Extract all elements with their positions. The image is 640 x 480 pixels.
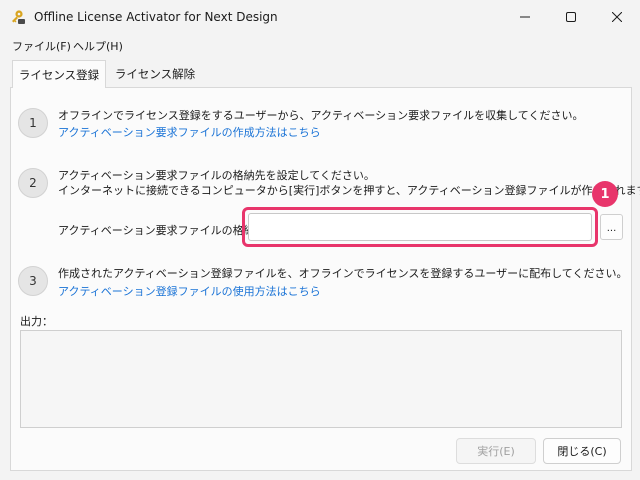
menu-file[interactable]: ファイル(F)	[12, 38, 71, 54]
app-window: Offline License Activator for Next Desig…	[0, 0, 640, 480]
request-file-folder-input[interactable]	[248, 213, 592, 241]
tab-license-register[interactable]: ライセンス登録	[12, 60, 106, 88]
step-1-circle: 1	[18, 108, 48, 138]
step-1-text: オフラインでライセンス登録をするユーザーから、アクティベーション要求ファイルを収…	[58, 109, 584, 122]
app-key-icon	[10, 9, 26, 25]
step-3-text: 作成されたアクティベーション登録ファイルを、オフラインでライセンスを登録するユー…	[58, 267, 628, 280]
browse-button[interactable]: ...	[600, 214, 623, 240]
window-title: Offline License Activator for Next Desig…	[34, 10, 278, 24]
minimize-button[interactable]	[502, 0, 548, 34]
maximize-icon	[566, 12, 576, 22]
close-icon	[612, 12, 622, 22]
close-window-button[interactable]	[594, 0, 640, 34]
output-label: 出力：	[20, 315, 53, 328]
step-1-help-link[interactable]: アクティベーション要求ファイルの作成方法はこちら	[58, 124, 321, 140]
maximize-button[interactable]	[548, 0, 594, 34]
step-2-text-line1: アクティベーション要求ファイルの格納先を設定してください。	[58, 169, 375, 182]
step-2-text-line2: インターネットに接続できるコンピュータから[実行]ボタンを押すと、アクティベーシ…	[58, 184, 640, 197]
tab-license-release[interactable]: ライセンス解除	[108, 60, 202, 88]
minimize-icon	[520, 16, 530, 18]
title-bar: Offline License Activator for Next Desig…	[0, 0, 640, 34]
step-3-circle: 3	[18, 266, 48, 296]
menu-help[interactable]: ヘルプ(H)	[73, 38, 123, 54]
annotation-badge: 1	[592, 181, 618, 207]
menu-bar: ファイル(F) ヘルプ(H)	[0, 34, 640, 56]
step-2-circle: 2	[18, 168, 48, 198]
request-file-folder-label: アクティベーション要求ファイルの格納先	[58, 224, 266, 237]
run-button[interactable]: 実行(E)	[456, 438, 536, 464]
close-button[interactable]: 閉じる(C)	[543, 438, 621, 464]
output-textarea[interactable]	[20, 330, 622, 428]
step-3-help-link[interactable]: アクティベーション登録ファイルの使用方法はこちら	[58, 283, 321, 299]
